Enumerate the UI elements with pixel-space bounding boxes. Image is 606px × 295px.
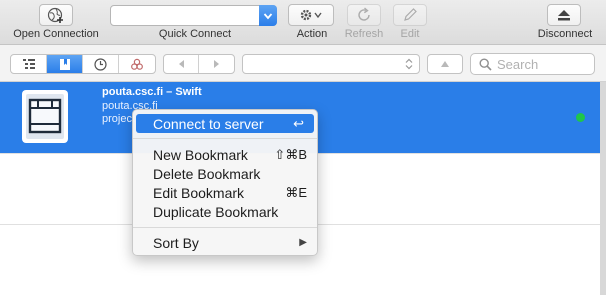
globe-plus-icon [47, 7, 63, 23]
open-connection-label: Open Connection [13, 28, 99, 40]
browser-view-tab[interactable] [11, 55, 47, 73]
menu-item-label: Edit Bookmark [153, 184, 245, 201]
menu-separator [133, 138, 317, 139]
action-label: Action [296, 28, 328, 40]
updown-chevron-icon [405, 58, 413, 70]
menu-item-label: Duplicate Bookmark [153, 203, 279, 220]
bookmark-book-icon [59, 58, 70, 70]
menu-separator [133, 227, 317, 228]
menu-item-connect-to-server[interactable]: Connect to server ↩ [136, 114, 314, 133]
pencil-icon [404, 8, 417, 21]
context-menu: Connect to server ↩ New Bookmark ⇧⌘B Del… [132, 109, 318, 256]
path-popup[interactable] [242, 54, 420, 74]
back-forward-control[interactable] [163, 54, 235, 74]
connection-status-indicator [576, 113, 585, 122]
menu-item-duplicate-bookmark[interactable]: Duplicate Bookmark [133, 202, 317, 221]
parent-directory-button[interactable] [427, 54, 463, 74]
open-connection-button[interactable] [39, 4, 73, 26]
bonjour-icon [131, 58, 143, 70]
refresh-icon [358, 7, 370, 21]
bonjour-view-tab[interactable] [119, 55, 155, 73]
back-arrow-icon [179, 60, 184, 68]
chevron-down-icon [263, 12, 273, 19]
menu-item-edit-bookmark[interactable]: Edit Bookmark ⌘E [133, 183, 317, 202]
edit-label: Edit [400, 28, 420, 40]
disconnect-button[interactable] [547, 4, 581, 26]
return-key-icon: ↩ [293, 115, 304, 131]
menu-item-label: Connect to server [153, 115, 264, 132]
gear-icon [300, 9, 322, 21]
disk-drive-icon [22, 90, 68, 143]
search-input[interactable] [497, 56, 587, 72]
back-button[interactable] [164, 55, 200, 73]
clock-icon [94, 57, 107, 71]
outline-list-icon [22, 59, 35, 69]
bookmark-project: project [102, 113, 136, 125]
menu-item-label: Sort By [153, 234, 199, 251]
search-icon [479, 57, 492, 71]
quick-connect-combobox[interactable] [110, 5, 277, 26]
refresh-label: Refresh [344, 28, 384, 40]
action-button[interactable] [288, 4, 334, 26]
menu-item-label: Delete Bookmark [153, 165, 261, 182]
forward-arrow-icon [213, 60, 219, 68]
bookmarks-view-tab[interactable] [47, 55, 83, 73]
menu-item-shortcut: ⇧⌘B [274, 146, 307, 162]
disconnect-label: Disconnect [537, 28, 593, 40]
quick-connect-dropdown-button[interactable] [259, 5, 277, 26]
window-edge [600, 82, 606, 295]
quick-connect-label: Quick Connect [158, 28, 232, 40]
menu-item-shortcut: ⌘E [285, 184, 307, 200]
menu-item-label: New Bookmark [153, 146, 248, 163]
forward-button[interactable] [199, 55, 234, 73]
up-arrow-icon [441, 61, 449, 67]
toolbar: Open Connection Quick Connect Action Ref… [0, 0, 606, 45]
eject-icon [558, 10, 570, 21]
bookmark-title: pouta.csc.fi – Swift [102, 86, 202, 98]
menu-item-delete-bookmark[interactable]: Delete Bookmark [133, 164, 317, 183]
view-segmented-control[interactable] [10, 54, 156, 74]
browser-navigation-bar [0, 45, 606, 82]
history-view-tab[interactable] [83, 55, 119, 73]
menu-item-sort-by[interactable]: Sort By ▶ [133, 233, 317, 252]
menu-item-new-bookmark[interactable]: New Bookmark ⇧⌘B [133, 145, 317, 164]
search-field[interactable] [470, 53, 595, 75]
submenu-arrow-icon: ▶ [299, 237, 307, 248]
edit-button[interactable] [393, 4, 427, 26]
refresh-button[interactable] [347, 4, 381, 26]
